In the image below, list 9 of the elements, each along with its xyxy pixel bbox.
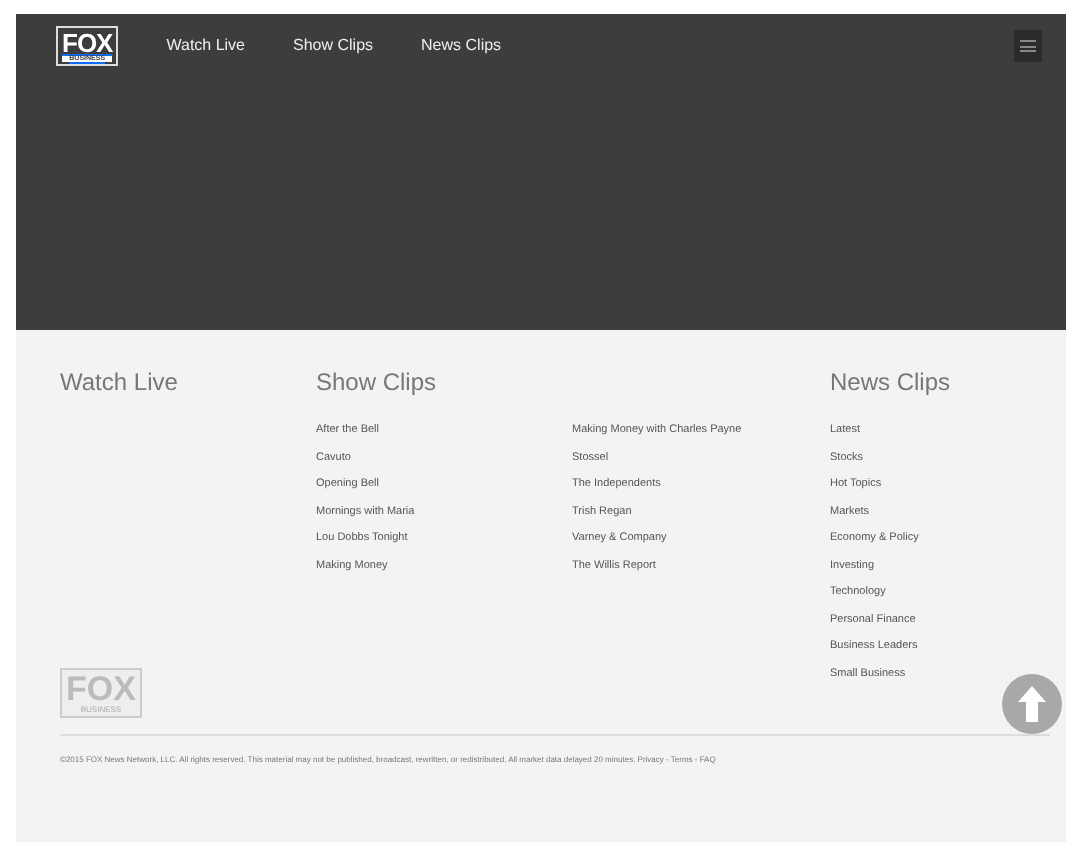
nav-link[interactable]: Watch Live — [166, 34, 246, 58]
section-heading: News Clips — [830, 366, 951, 400]
nav-link[interactable]: Show Clips — [293, 34, 374, 58]
section-heading: Show Clips — [316, 366, 439, 400]
menu-icon[interactable] — [1014, 30, 1042, 62]
nav-link[interactable]: News Clips — [421, 34, 502, 58]
up-arrow-icon — [1018, 686, 1046, 722]
back-to-top-button[interactable] — [1002, 674, 1062, 734]
section-heading: Watch Live — [60, 366, 180, 400]
